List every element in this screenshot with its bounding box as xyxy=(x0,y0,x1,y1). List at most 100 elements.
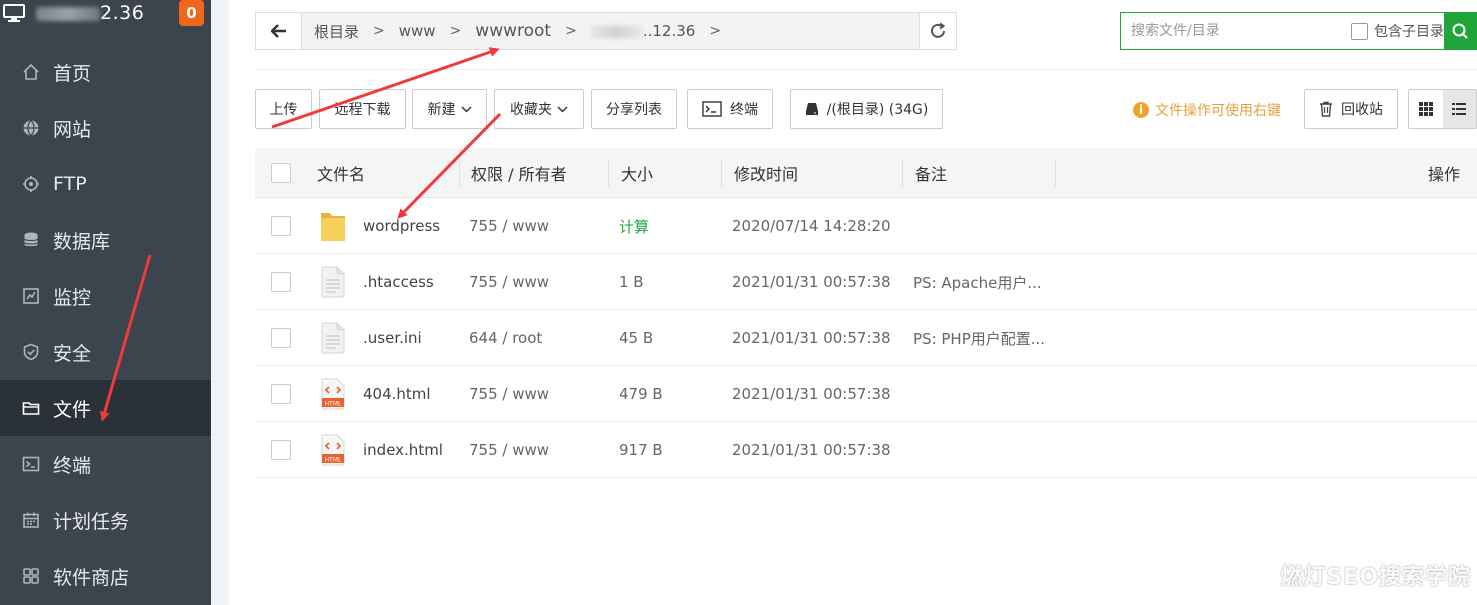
col-header-mtime[interactable]: 修改时间 xyxy=(734,148,798,198)
include-subdir-label: 包含子目录 xyxy=(1374,24,1444,40)
crumb-wwwroot[interactable]: wwwroot xyxy=(471,21,555,41)
list-icon xyxy=(1452,103,1467,115)
remote-download-button[interactable]: 远程下载 xyxy=(319,89,406,129)
col-header-permission[interactable]: 权限 / 所有者 xyxy=(471,148,567,198)
sidebar-item-ftp[interactable]: FTP xyxy=(0,156,211,212)
sidebar-item-database[interactable]: 数据库 xyxy=(0,212,211,268)
sidebar-item-website[interactable]: 网站 xyxy=(0,100,211,156)
refresh-icon xyxy=(931,22,946,38)
row-checkbox[interactable] xyxy=(271,216,291,236)
breadcrumb: 根目录 > www > wwwroot > ..12.36 > xyxy=(302,21,731,42)
search-input[interactable] xyxy=(1131,15,1341,47)
search-icon xyxy=(1452,23,1468,39)
chevron-right-icon: > xyxy=(709,23,722,39)
sidebar-item-label: 安全 xyxy=(53,342,92,365)
back-button[interactable] xyxy=(256,13,302,49)
col-header-size[interactable]: 大小 xyxy=(621,148,653,198)
terminal-icon xyxy=(22,455,40,473)
file-mtime: 2020/07/14 14:28:20 xyxy=(732,217,891,235)
col-separator xyxy=(459,159,460,187)
ip-redacted xyxy=(36,6,100,21)
checkbox[interactable] xyxy=(271,163,291,183)
sidebar-item-label: 监控 xyxy=(53,286,92,309)
home-icon xyxy=(22,63,40,81)
upload-button[interactable]: 上传 xyxy=(255,89,312,129)
file-name[interactable]: .user.ini xyxy=(363,310,422,366)
terminal-button[interactable]: 终端 xyxy=(687,89,773,129)
sidebar-item-home[interactable]: 首页 xyxy=(0,44,211,100)
file-permission[interactable]: 755 / www xyxy=(469,198,549,254)
file-name[interactable]: index.html xyxy=(363,422,443,478)
table-header: 文件名 权限 / 所有者 大小 修改时间 备注 操作 xyxy=(255,148,1477,198)
table-row[interactable]: HTML 404.html 755 / www 479 B 2021/01/31… xyxy=(255,366,1477,422)
database-icon xyxy=(22,231,40,249)
row-checkbox[interactable] xyxy=(271,440,291,460)
new-button[interactable]: 新建 xyxy=(412,89,487,129)
select-all-checkbox[interactable] xyxy=(271,148,291,198)
sidebar-item-terminal[interactable]: 终端 xyxy=(0,436,211,492)
list-view-button[interactable] xyxy=(1442,90,1476,128)
table-row[interactable]: .user.ini 644 / root 45 B 2021/01/31 00:… xyxy=(255,310,1477,366)
chevron-right-icon: > xyxy=(565,23,577,39)
refresh-button[interactable] xyxy=(919,12,957,50)
view-toggle xyxy=(1408,89,1477,129)
calc-size-link[interactable]: 计算 xyxy=(619,198,649,254)
file-name[interactable]: 404.html xyxy=(363,366,431,422)
sidebar-item-security[interactable]: 安全 xyxy=(0,324,211,380)
file-note: PS: Apache用户... xyxy=(913,273,1042,292)
table-row[interactable]: wordpress 755 / www 计算 2020/07/14 14:28:… xyxy=(255,198,1477,254)
row-checkbox[interactable] xyxy=(271,384,291,404)
monitor-icon xyxy=(22,287,40,305)
disk-button[interactable]: /(根目录) (34G) xyxy=(790,89,943,129)
server-ip: 2.36 xyxy=(36,2,144,24)
sidebar-item-label: 计划任务 xyxy=(53,510,130,533)
recycle-bin-button[interactable]: 回收站 xyxy=(1304,89,1398,129)
favorites-button[interactable]: 收藏夹 xyxy=(494,89,584,129)
notification-badge[interactable]: 0 xyxy=(179,0,204,26)
sidebar-item-appstore[interactable]: 软件商店 xyxy=(0,548,211,604)
crumb-site[interactable]: ..12.36 xyxy=(587,22,699,40)
sidebar-item-monitor[interactable]: 监控 xyxy=(0,268,211,324)
divider xyxy=(255,69,1477,70)
search-button[interactable] xyxy=(1444,12,1476,50)
table-row[interactable]: .htaccess 755 / www 1 B 2021/01/31 00:57… xyxy=(255,254,1477,310)
col-header-note: 备注 xyxy=(915,165,948,184)
sidebar-nav: 首页 网站 FTP 数据库 监控 安全 文件 终端 计划任务 软件商店 xyxy=(0,44,211,604)
col-header-name[interactable]: 文件名 xyxy=(317,148,365,198)
share-list-button[interactable]: 分享列表 xyxy=(591,89,677,129)
file-note: PS: PHP用户配置... xyxy=(913,329,1046,348)
file-permission[interactable]: 755 / www xyxy=(469,254,549,310)
row-checkbox[interactable] xyxy=(271,272,291,292)
html-file-icon: HTML xyxy=(319,377,347,411)
file-name[interactable]: .htaccess xyxy=(363,254,434,310)
file-size: 479 B xyxy=(619,385,663,403)
file-name[interactable]: wordpress xyxy=(363,198,440,254)
include-subdir-checkbox[interactable]: 包含子目录 xyxy=(1351,21,1444,41)
col-separator xyxy=(608,159,609,187)
crumb-root[interactable]: 根目录 xyxy=(310,21,363,42)
sidebar-item-label: 网站 xyxy=(53,118,92,141)
grid-view-button[interactable] xyxy=(1409,90,1443,128)
file-permission[interactable]: 755 / www xyxy=(469,366,549,422)
server-header: 2.36 0 xyxy=(0,0,211,26)
crumb-www[interactable]: www xyxy=(395,22,440,40)
svg-text:HTML: HTML xyxy=(325,401,342,408)
monitor-screen-icon xyxy=(0,3,28,23)
sidebar-item-cron[interactable]: 计划任务 xyxy=(0,492,211,548)
calendar-icon xyxy=(22,511,40,529)
watermark: 燃灯SEO搜索学院 xyxy=(1280,565,1471,590)
file-permission[interactable]: 755 / www xyxy=(469,422,549,478)
row-checkbox[interactable] xyxy=(271,328,291,348)
file-permission[interactable]: 644 / root xyxy=(469,310,542,366)
sidebar-item-label: 数据库 xyxy=(53,230,111,253)
checkbox[interactable] xyxy=(1351,22,1368,40)
sidebar-item-label: FTP xyxy=(53,173,87,195)
folder-icon xyxy=(22,399,40,417)
sidebar-item-files[interactable]: 文件 xyxy=(0,380,211,436)
site-name-redacted xyxy=(590,25,643,38)
trash-icon xyxy=(1319,101,1333,117)
table-row[interactable]: HTML index.html 755 / www 917 B 2021/01/… xyxy=(255,422,1477,478)
file-mtime: 2021/01/31 00:57:38 xyxy=(732,441,891,459)
col-header-ops: 操作 xyxy=(1428,165,1461,184)
svg-text:HTML: HTML xyxy=(325,457,342,464)
